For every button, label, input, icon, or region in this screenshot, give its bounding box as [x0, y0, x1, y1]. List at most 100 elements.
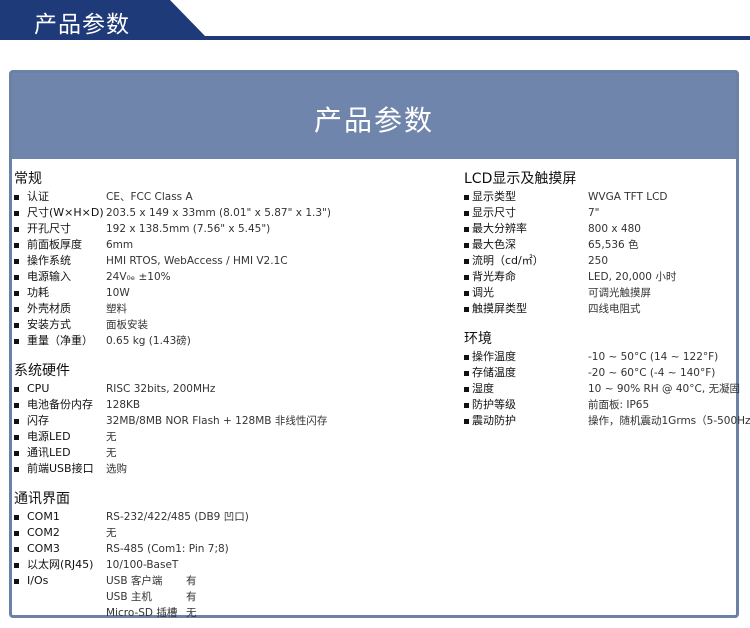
- spec-row: 存储温度 -20 ~ 60°C (-4 ~ 140°F): [464, 365, 744, 381]
- left-column: 常规 认证 CE、FCC Class A 尺寸(W×H×D) 203.5 x 149 x…: [14, 167, 444, 621]
- spec-row: Micro-SD 插槽无: [14, 605, 444, 621]
- right-column: LCD显示及触摸屏 显示类型 WVGA TFT LCD 显示尺寸 7" 最大分辨率 800 …: [464, 167, 750, 429]
- spec-label: 触摸屏类型: [472, 302, 527, 315]
- spec-label: 操作系统: [27, 254, 71, 267]
- bullet-icon: [14, 291, 19, 296]
- spec-label: 湿度: [472, 382, 494, 395]
- spec-value-secondary: 有: [186, 591, 197, 603]
- spec-label: 操作温度: [472, 350, 516, 363]
- card-header: 产品参数: [12, 73, 736, 159]
- top-banner: 产品参数: [0, 0, 750, 44]
- spec-row: COM2 无: [14, 525, 444, 541]
- spec-row: 触摸屏类型 四线电阻式: [464, 301, 744, 317]
- bullet-icon: [14, 387, 19, 392]
- spec-value: 无: [106, 527, 117, 539]
- bullet-icon: [14, 467, 19, 472]
- bullet-icon: [14, 275, 19, 280]
- card-title: 产品参数: [313, 104, 434, 137]
- bullet-icon: [14, 451, 19, 456]
- spec-row: 操作温度 -10 ~ 50°C (14 ~ 122°F): [464, 349, 744, 365]
- spec-row: USB 主机 有: [14, 589, 444, 605]
- spec-label: 最大色深: [472, 238, 516, 251]
- spec-row: 显示类型 WVGA TFT LCD: [464, 189, 744, 205]
- spec-row: 电池备份内存 128KB: [14, 397, 444, 413]
- spec-value: USB 主机: [106, 591, 152, 603]
- spec-value: USB 客户端: [106, 575, 163, 587]
- banner-title: 产品参数: [34, 12, 130, 38]
- spec-label: 功耗: [27, 286, 49, 299]
- spec-label: 开孔尺寸: [27, 222, 71, 235]
- bullet-icon: [14, 419, 19, 424]
- spec-label: 防护等级: [472, 398, 516, 411]
- bullet-icon: [464, 275, 469, 280]
- spec-value: 192 x 138.5mm (7.56" x 5.45"): [106, 223, 271, 235]
- spec-row: 闪存 32MB/8MB NOR Flash + 128MB 非线性闪存: [14, 413, 444, 429]
- spec-value: LED, 20,000 小时: [588, 271, 677, 283]
- spec-row: 最大分辨率 800 x 480: [464, 221, 744, 237]
- spec-row: 通讯LED 无: [14, 445, 444, 461]
- spec-label: COM3: [27, 542, 60, 555]
- bullet-icon: [464, 259, 469, 264]
- spec-row: 电源LED 无: [14, 429, 444, 445]
- spec-row: 电源输入 24V₀ₑ ±10%: [14, 269, 444, 285]
- spec-row: 尺寸(W×H×D) 203.5 x 149 x 33mm (8.01" x 5.8…: [14, 205, 444, 221]
- spec-row: I/Os USB 客户端 有: [14, 573, 444, 589]
- spec-label: 以太网(RJ45): [27, 558, 94, 571]
- spec-row: 防护等级 前面板: IP65: [464, 397, 744, 413]
- bullet-icon: [464, 403, 469, 408]
- spec-label: 存储温度: [472, 366, 516, 379]
- bullet-icon: [464, 355, 469, 360]
- spec-value: 前面板: IP65: [588, 399, 650, 411]
- spec-label: 显示类型: [472, 190, 516, 203]
- spec-row: 流明（cd/㎡） 250: [464, 253, 744, 269]
- spec-label: CPU: [27, 382, 50, 395]
- spec-value: 四线电阻式: [588, 303, 641, 315]
- spec-value: 塑料: [106, 303, 127, 315]
- spec-value: 250: [588, 255, 609, 267]
- spec-value: 65,536 色: [588, 239, 639, 251]
- bullet-icon: [464, 387, 469, 392]
- spec-value: 10 ~ 90% RH @ 40°C, 无凝固: [588, 383, 740, 395]
- spec-label: 认证: [27, 190, 49, 203]
- spec-row: 以太网(RJ45) 10/100-BaseT: [14, 557, 444, 573]
- spec-row: COM3 RS-485 (Com1: Pin 7;8): [14, 541, 444, 557]
- bullet-icon: [14, 563, 19, 568]
- spec-label: 电源LED: [27, 430, 71, 443]
- bullet-icon: [14, 547, 19, 552]
- spec-value: 无: [106, 431, 117, 443]
- bullet-icon: [14, 259, 19, 264]
- bullet-icon: [14, 243, 19, 248]
- spec-row: 操作系统 HMI RTOS, WebAccess / HMI V2.1C: [14, 253, 444, 269]
- spec-value: 24V₀ₑ ±10%: [106, 271, 171, 283]
- bullet-icon: [464, 371, 469, 376]
- spec-value: RISC 32bits, 200MHz: [106, 383, 216, 395]
- bullet-icon: [464, 211, 469, 216]
- spec-row: CPU RISC 32bits, 200MHz: [14, 381, 444, 397]
- spec-row: 重量（净重） 0.65 kg (1.43磅): [14, 333, 444, 349]
- bullet-icon: [464, 291, 469, 296]
- spec-label: 电池备份内存: [27, 398, 93, 411]
- bullet-icon: [14, 515, 19, 520]
- bullet-icon: [14, 323, 19, 328]
- bullet-icon: [464, 307, 469, 312]
- spec-value: -10 ~ 50°C (14 ~ 122°F): [588, 351, 719, 363]
- spec-label: 前面板厚度: [27, 238, 82, 251]
- bullet-icon: [464, 243, 469, 248]
- spec-value: 32MB/8MB NOR Flash + 128MB 非线性闪存: [106, 415, 328, 427]
- section-title: 常规: [14, 171, 42, 187]
- spec-value: 6mm: [106, 239, 134, 251]
- spec-label: COM2: [27, 526, 60, 539]
- bullet-icon: [464, 419, 469, 424]
- spec-row: 震动防护 操作，随机震动1Grms（5-500Hz）: [464, 413, 750, 429]
- spec-value: 10/100-BaseT: [106, 559, 179, 571]
- spec-label: 电源输入: [27, 270, 71, 283]
- spec-value: 选购: [106, 463, 127, 475]
- spec-label: 调光: [472, 286, 494, 299]
- section-title: 通讯界面: [14, 491, 70, 507]
- spec-value: WVGA TFT LCD: [588, 191, 668, 203]
- spec-label: 外壳材质: [27, 302, 71, 315]
- spec-value-secondary: 有: [186, 575, 197, 587]
- spec-label: 流明（cd/㎡）: [472, 254, 544, 267]
- spec-label: 背光寿命: [472, 270, 516, 283]
- spec-value: 10W: [106, 287, 130, 299]
